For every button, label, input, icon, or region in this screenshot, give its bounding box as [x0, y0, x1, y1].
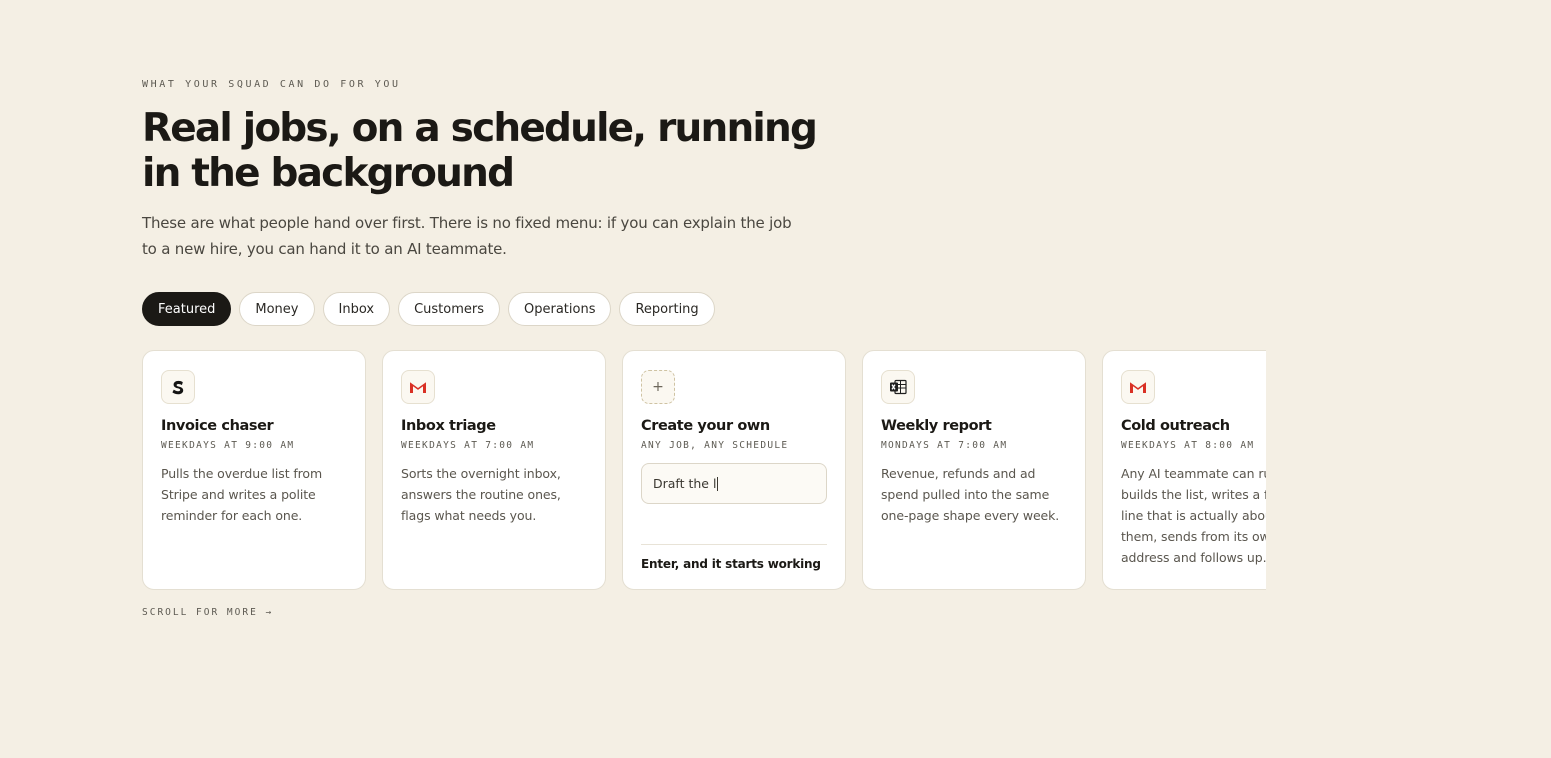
card-schedule: WEEKDAYS AT 9:00 AM	[161, 440, 295, 451]
job-prompt-value: Draft the l	[653, 476, 717, 491]
card-title: Invoice chaser	[161, 418, 274, 434]
stripe-icon	[161, 370, 195, 404]
scroll-for-more-hint: SCROLL FOR MORE →	[142, 607, 274, 618]
filter-money[interactable]: Money	[239, 292, 315, 326]
cards-carousel[interactable]: Invoice chaser WEEKDAYS AT 9:00 AM Pulls…	[142, 350, 1266, 591]
filter-inbox[interactable]: Inbox	[322, 292, 391, 326]
filter-operations[interactable]: Operations	[508, 292, 612, 326]
card-schedule: ANY JOB, ANY SCHEDULE	[641, 440, 789, 451]
card-title: Inbox triage	[401, 418, 496, 434]
card-title: Weekly report	[881, 418, 992, 434]
page-title: Real jobs, on a schedule, running in the…	[142, 106, 818, 196]
card-schedule: MONDAYS AT 7:00 AM	[881, 440, 1008, 451]
text-caret	[717, 476, 719, 491]
card-schedule: WEEKDAYS AT 7:00 AM	[401, 440, 535, 451]
card-invoice-chaser[interactable]: Invoice chaser WEEKDAYS AT 9:00 AM Pulls…	[142, 350, 366, 590]
card-title: Create your own	[641, 418, 770, 434]
features-section: WHAT YOUR SQUAD CAN DO FOR YOU Real jobs…	[142, 0, 1551, 758]
filter-featured[interactable]: Featured	[142, 292, 232, 326]
card-description: Pulls the overdue list from Stripe and w…	[161, 466, 323, 523]
card-inbox-triage[interactable]: Inbox triage WEEKDAYS AT 7:00 AM Sorts t…	[382, 350, 606, 590]
card-title: Cold outreach	[1121, 418, 1230, 434]
filter-tabs: Featured Money Inbox Customers Operation…	[142, 292, 715, 326]
page-subtitle: These are what people hand over first. T…	[142, 214, 792, 258]
card-description: Any AI teammate can run it: builds the l…	[1121, 466, 1266, 565]
gmail-icon	[401, 370, 435, 404]
card-create-your-own[interactable]: + Create your own ANY JOB, ANY SCHEDULE …	[622, 350, 846, 590]
card-description: Sorts the overnight inbox, answers the r…	[401, 466, 561, 523]
card-cold-outreach[interactable]: Cold outreach WEEKDAYS AT 8:00 AM Any AI…	[1102, 350, 1266, 590]
cards-track: Invoice chaser WEEKDAYS AT 9:00 AM Pulls…	[142, 350, 1266, 590]
job-prompt-input[interactable]: Draft the l	[641, 463, 827, 504]
gmail-icon	[1121, 370, 1155, 404]
filter-customers[interactable]: Customers	[398, 292, 500, 326]
excel-icon	[881, 370, 915, 404]
card-description: Revenue, refunds and ad spend pulled int…	[881, 466, 1060, 523]
eyebrow-label: WHAT YOUR SQUAD CAN DO FOR YOU	[142, 79, 401, 90]
card-schedule: WEEKDAYS AT 8:00 AM	[1121, 440, 1255, 451]
plus-icon: +	[641, 370, 675, 404]
card-footer-hint: Enter, and it starts working	[641, 544, 827, 571]
card-weekly-report[interactable]: Weekly report MONDAYS AT 7:00 AM Revenue…	[862, 350, 1086, 590]
filter-reporting[interactable]: Reporting	[619, 292, 715, 326]
